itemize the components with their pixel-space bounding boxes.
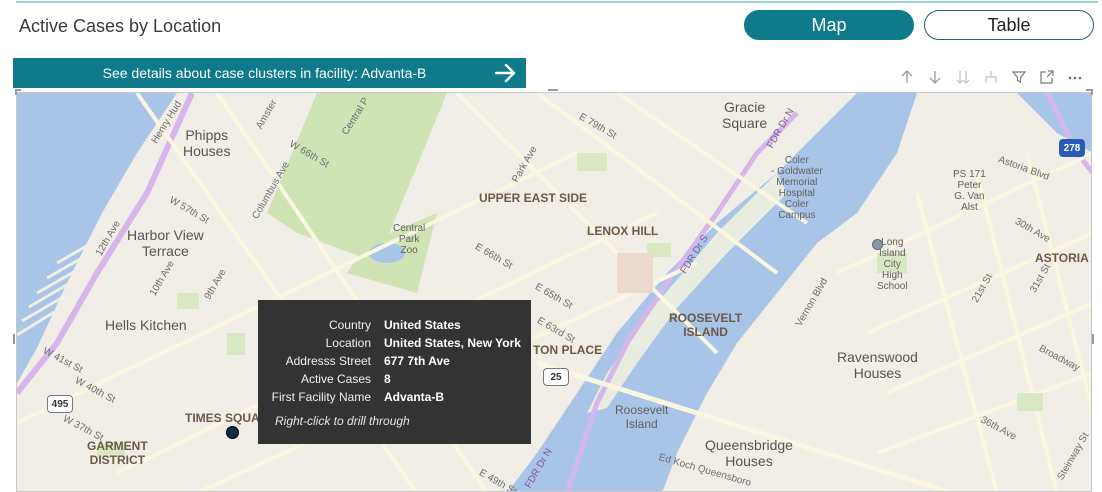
tooltip-row: Location United States, New York (258, 336, 531, 354)
drill-through-label: See details about case clusters in facil… (102, 65, 427, 81)
label-sutton-place: TON PLACE (533, 343, 603, 357)
resize-handle-left[interactable] (13, 334, 15, 344)
arrow-down-icon[interactable] (924, 66, 946, 88)
label-central-park-zoo: Central Park Zoo (393, 223, 426, 256)
resize-handle-right[interactable] (1092, 334, 1094, 344)
tooltip-key: Location (325, 336, 371, 350)
tooltip-value: United States, New York (384, 336, 521, 350)
label-upper-east-side: UPPER EAST SIDE (479, 191, 588, 205)
resize-handle-top[interactable] (548, 89, 558, 91)
arrow-up-icon[interactable] (896, 66, 918, 88)
shield-route-25: 25 (543, 368, 569, 386)
table-toggle-button[interactable]: Table (924, 10, 1094, 40)
map-visual[interactable]: Gracie Square Phipps Houses Harbor View … (16, 92, 1092, 492)
focus-mode-icon[interactable] (1036, 66, 1058, 88)
location-marker-long-island-city[interactable] (872, 239, 883, 250)
drill-through-button[interactable]: See details about case clusters in facil… (13, 58, 526, 88)
tooltip-value: Advanta-B (384, 390, 445, 404)
label-queensbridge-houses: Queensbridge Houses (705, 437, 793, 469)
visual-header-toolbar (896, 66, 1086, 88)
label-gracie-square: Gracie Square (722, 99, 768, 131)
arrow-right-icon (486, 63, 526, 83)
page-title: Active Cases by Location (19, 16, 222, 36)
label-ravenswood-houses: Ravenswood Houses (837, 349, 918, 381)
map-toggle-button[interactable]: Map (744, 10, 914, 40)
tooltip-key: First Facility Name (271, 390, 371, 404)
tooltip-drill-hint: Right-click to drill through (275, 414, 410, 428)
label-roosevelt-island: Roosevelt Island (615, 403, 669, 431)
tooltip-key: Country (328, 318, 371, 332)
tooltip-key: Active Cases (300, 372, 371, 386)
tooltip-value: 8 (384, 372, 391, 386)
tooltip-row: First Facility Name Advanta-B (258, 390, 531, 408)
label-ps171: PS 171 Peter G. Van Alst (953, 169, 986, 213)
tooltip-row: Active Cases 8 (258, 372, 531, 390)
tooltip-value: United States (384, 318, 461, 332)
expand-hierarchy-icon[interactable] (980, 66, 1002, 88)
tooltip-row: Addresss Street 677 7th Ave (258, 354, 531, 372)
double-arrow-down-icon[interactable] (952, 66, 974, 88)
label-phipps-houses: Phipps Houses (183, 127, 231, 159)
label-lenox-hill: LENOX HILL (587, 224, 659, 238)
resize-handle-top-left-v[interactable] (15, 89, 17, 95)
tooltip-key: Addresss Street (285, 354, 371, 368)
label-hells-kitchen: Hells Kitchen (105, 317, 187, 333)
label-garment-district: GARMENT DISTRICT (87, 439, 148, 467)
resize-handle-top-right-v[interactable] (1091, 89, 1093, 95)
more-options-icon[interactable] (1064, 66, 1086, 88)
location-marker-advanta-b[interactable] (226, 426, 239, 439)
label-harbor-view-terrace: Harbor View Terrace (127, 227, 204, 259)
map-tooltip: Country United States Location United St… (258, 300, 531, 444)
label-roosevelt-island-district: ROOSEVELT ISLAND (669, 311, 743, 339)
tooltip-row: Country United States (258, 318, 531, 336)
tooltip-value: 677 7th Ave (384, 354, 450, 368)
label-coler-campus: Coler - Goldwater Memorial Hospital Cole… (771, 155, 823, 221)
top-rule (16, 1, 1098, 3)
shield-i278: 278 (1059, 139, 1085, 157)
filter-icon[interactable] (1008, 66, 1030, 88)
shield-route-495: 495 (47, 395, 73, 413)
